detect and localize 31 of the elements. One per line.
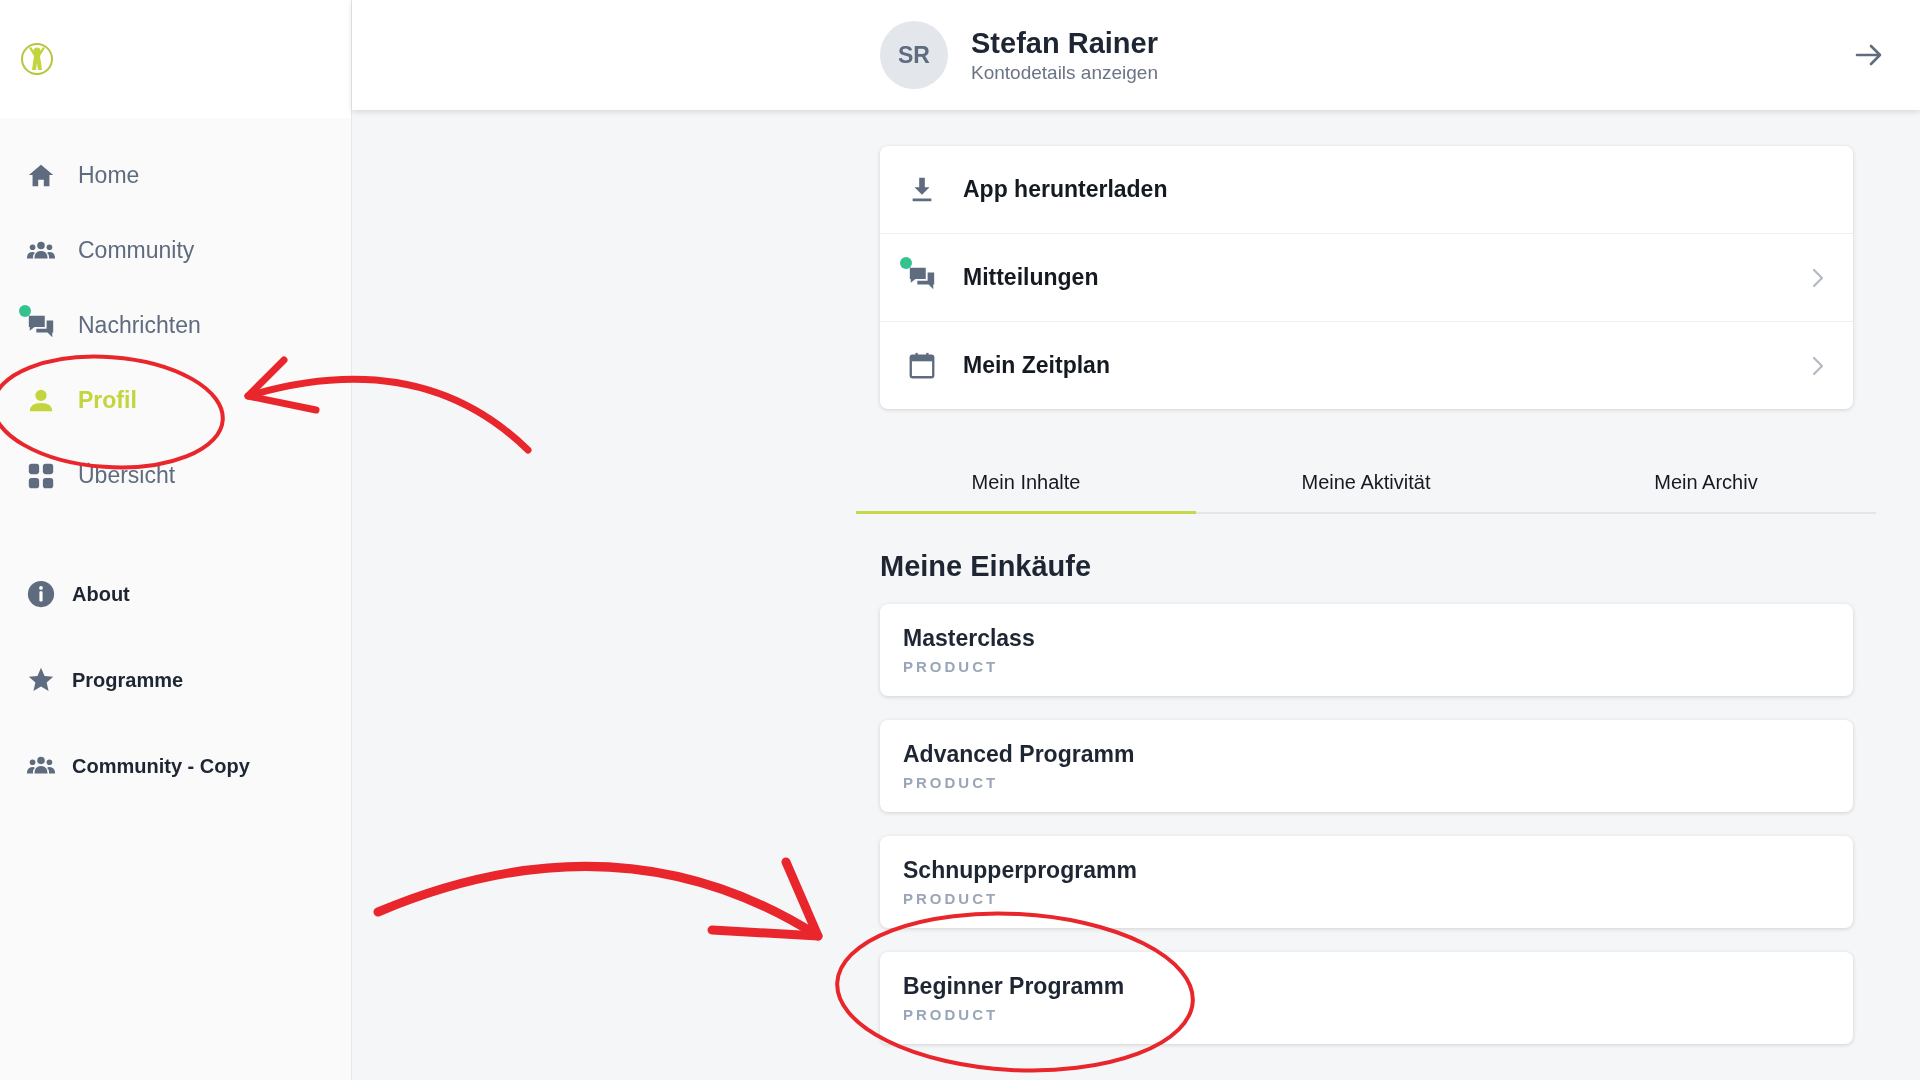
nav-item[interactable]: Nachrichten bbox=[0, 288, 351, 363]
card-type-label: PRODUCT bbox=[903, 1006, 1000, 1023]
nav-item[interactable]: Community bbox=[0, 213, 351, 288]
nav-link[interactable]: Programme bbox=[0, 637, 351, 723]
tab[interactable]: Mein Archiv bbox=[1536, 459, 1876, 514]
purchase-card[interactable]: Advanced Programm PRODUCT bbox=[880, 720, 1853, 812]
card-title: Masterclass bbox=[903, 625, 1036, 652]
user-name: Stefan Rainer bbox=[971, 26, 1158, 60]
nav-link[interactable]: Community - Copy bbox=[0, 723, 351, 809]
card-title: Schnupperprogramm bbox=[903, 857, 1138, 884]
nav-item[interactable]: Home bbox=[0, 138, 351, 213]
nav-item[interactable]: Übersicht bbox=[0, 438, 351, 513]
info-icon bbox=[26, 579, 56, 609]
card-title: Beginner Programm bbox=[903, 973, 1126, 1000]
section-title: Meine Einkäufe bbox=[880, 550, 1093, 583]
nav-link[interactable]: About bbox=[0, 551, 351, 637]
avatar: SR bbox=[880, 21, 948, 89]
card-type-label: PRODUCT bbox=[903, 658, 1000, 675]
purchase-card[interactable]: Masterclass PRODUCT bbox=[880, 604, 1853, 696]
menu-item[interactable]: Mein Zeitplan bbox=[880, 321, 1853, 409]
card-title: Advanced Programm bbox=[903, 741, 1136, 768]
account-details-link[interactable]: Kontodetails anzeigen bbox=[971, 61, 1158, 84]
card-type-label: PRODUCT bbox=[903, 774, 1000, 791]
menu-item[interactable]: Mitteilungen bbox=[880, 233, 1853, 321]
purchase-card[interactable]: Beginner Programm PRODUCT bbox=[880, 952, 1853, 1044]
menu-item[interactable]: App herunterladen bbox=[880, 146, 1853, 233]
purchase-card[interactable]: Schnupperprogramm PRODUCT bbox=[880, 836, 1853, 928]
card-type-label: PRODUCT bbox=[903, 890, 1000, 907]
tab[interactable]: Meine Aktivität bbox=[1196, 459, 1536, 514]
logo-icon bbox=[20, 42, 54, 76]
tab[interactable]: Mein Inhalte bbox=[856, 459, 1196, 514]
